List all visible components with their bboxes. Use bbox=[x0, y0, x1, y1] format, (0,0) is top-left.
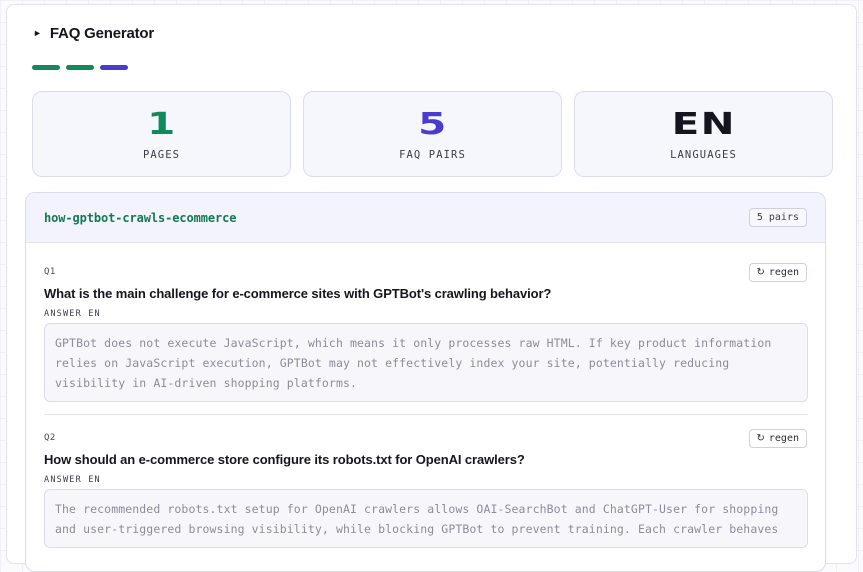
stat-card-languages: EN LANGUAGES bbox=[574, 91, 833, 177]
collapse-caret-icon[interactable]: ► bbox=[33, 29, 42, 38]
page-slug: how-gptbot-crawls-ecommerce bbox=[44, 210, 237, 225]
question-number: Q2 bbox=[44, 433, 56, 443]
progress-step-1 bbox=[32, 65, 60, 70]
stat-card-pages: 1 PAGES bbox=[32, 91, 291, 177]
refresh-icon: ↻ bbox=[756, 432, 765, 444]
regen-button[interactable]: ↻ regen bbox=[748, 262, 807, 282]
stat-value-pages: 1 bbox=[146, 107, 177, 142]
answer-textarea[interactable]: GPTBot does not execute JavaScript, whic… bbox=[44, 323, 808, 402]
answer-language-label: ANSWER EN bbox=[44, 309, 101, 319]
progress-step-2 bbox=[66, 65, 94, 70]
refresh-icon: ↻ bbox=[756, 266, 765, 278]
progress-steps bbox=[32, 65, 128, 70]
stat-value-languages: EN bbox=[671, 107, 736, 142]
divider bbox=[44, 414, 808, 415]
section-toggle[interactable]: ► FAQ Generator bbox=[33, 25, 154, 42]
regen-button[interactable]: ↻ regen bbox=[748, 428, 807, 448]
question-text: What is the main challenge for e-commerc… bbox=[44, 286, 552, 301]
stat-label-faq-pairs: FAQ PAIRS bbox=[399, 149, 466, 161]
stats-row: 1 PAGES 5 FAQ PAIRS EN LANGUAGES bbox=[32, 91, 833, 177]
regen-label: regen bbox=[768, 266, 799, 278]
question-text: How should an e-commerce store configure… bbox=[44, 452, 525, 467]
question-number: Q1 bbox=[44, 267, 56, 277]
faq-item-q2: Q2 ↻ regen How should an e-commerce stor… bbox=[26, 427, 825, 548]
stat-label-languages: LANGUAGES bbox=[670, 149, 737, 161]
stat-card-faq-pairs: 5 FAQ PAIRS bbox=[303, 91, 562, 177]
page-faq-card: how-gptbot-crawls-ecommerce 5 pairs Q1 ↻… bbox=[25, 192, 826, 572]
progress-step-3 bbox=[100, 65, 128, 70]
regen-label: regen bbox=[768, 432, 799, 444]
stat-label-pages: PAGES bbox=[142, 149, 181, 161]
pairs-count-badge: 5 pairs bbox=[748, 208, 807, 227]
stat-value-faq-pairs: 5 bbox=[417, 107, 448, 142]
faq-item-q1: Q1 ↻ regen What is the main challenge fo… bbox=[26, 243, 825, 415]
answer-language-label: ANSWER EN bbox=[44, 475, 101, 485]
page-card-header[interactable]: how-gptbot-crawls-ecommerce 5 pairs bbox=[26, 193, 825, 243]
answer-textarea[interactable]: The recommended robots.txt setup for Ope… bbox=[44, 489, 808, 548]
section-title: FAQ Generator bbox=[49, 25, 155, 42]
